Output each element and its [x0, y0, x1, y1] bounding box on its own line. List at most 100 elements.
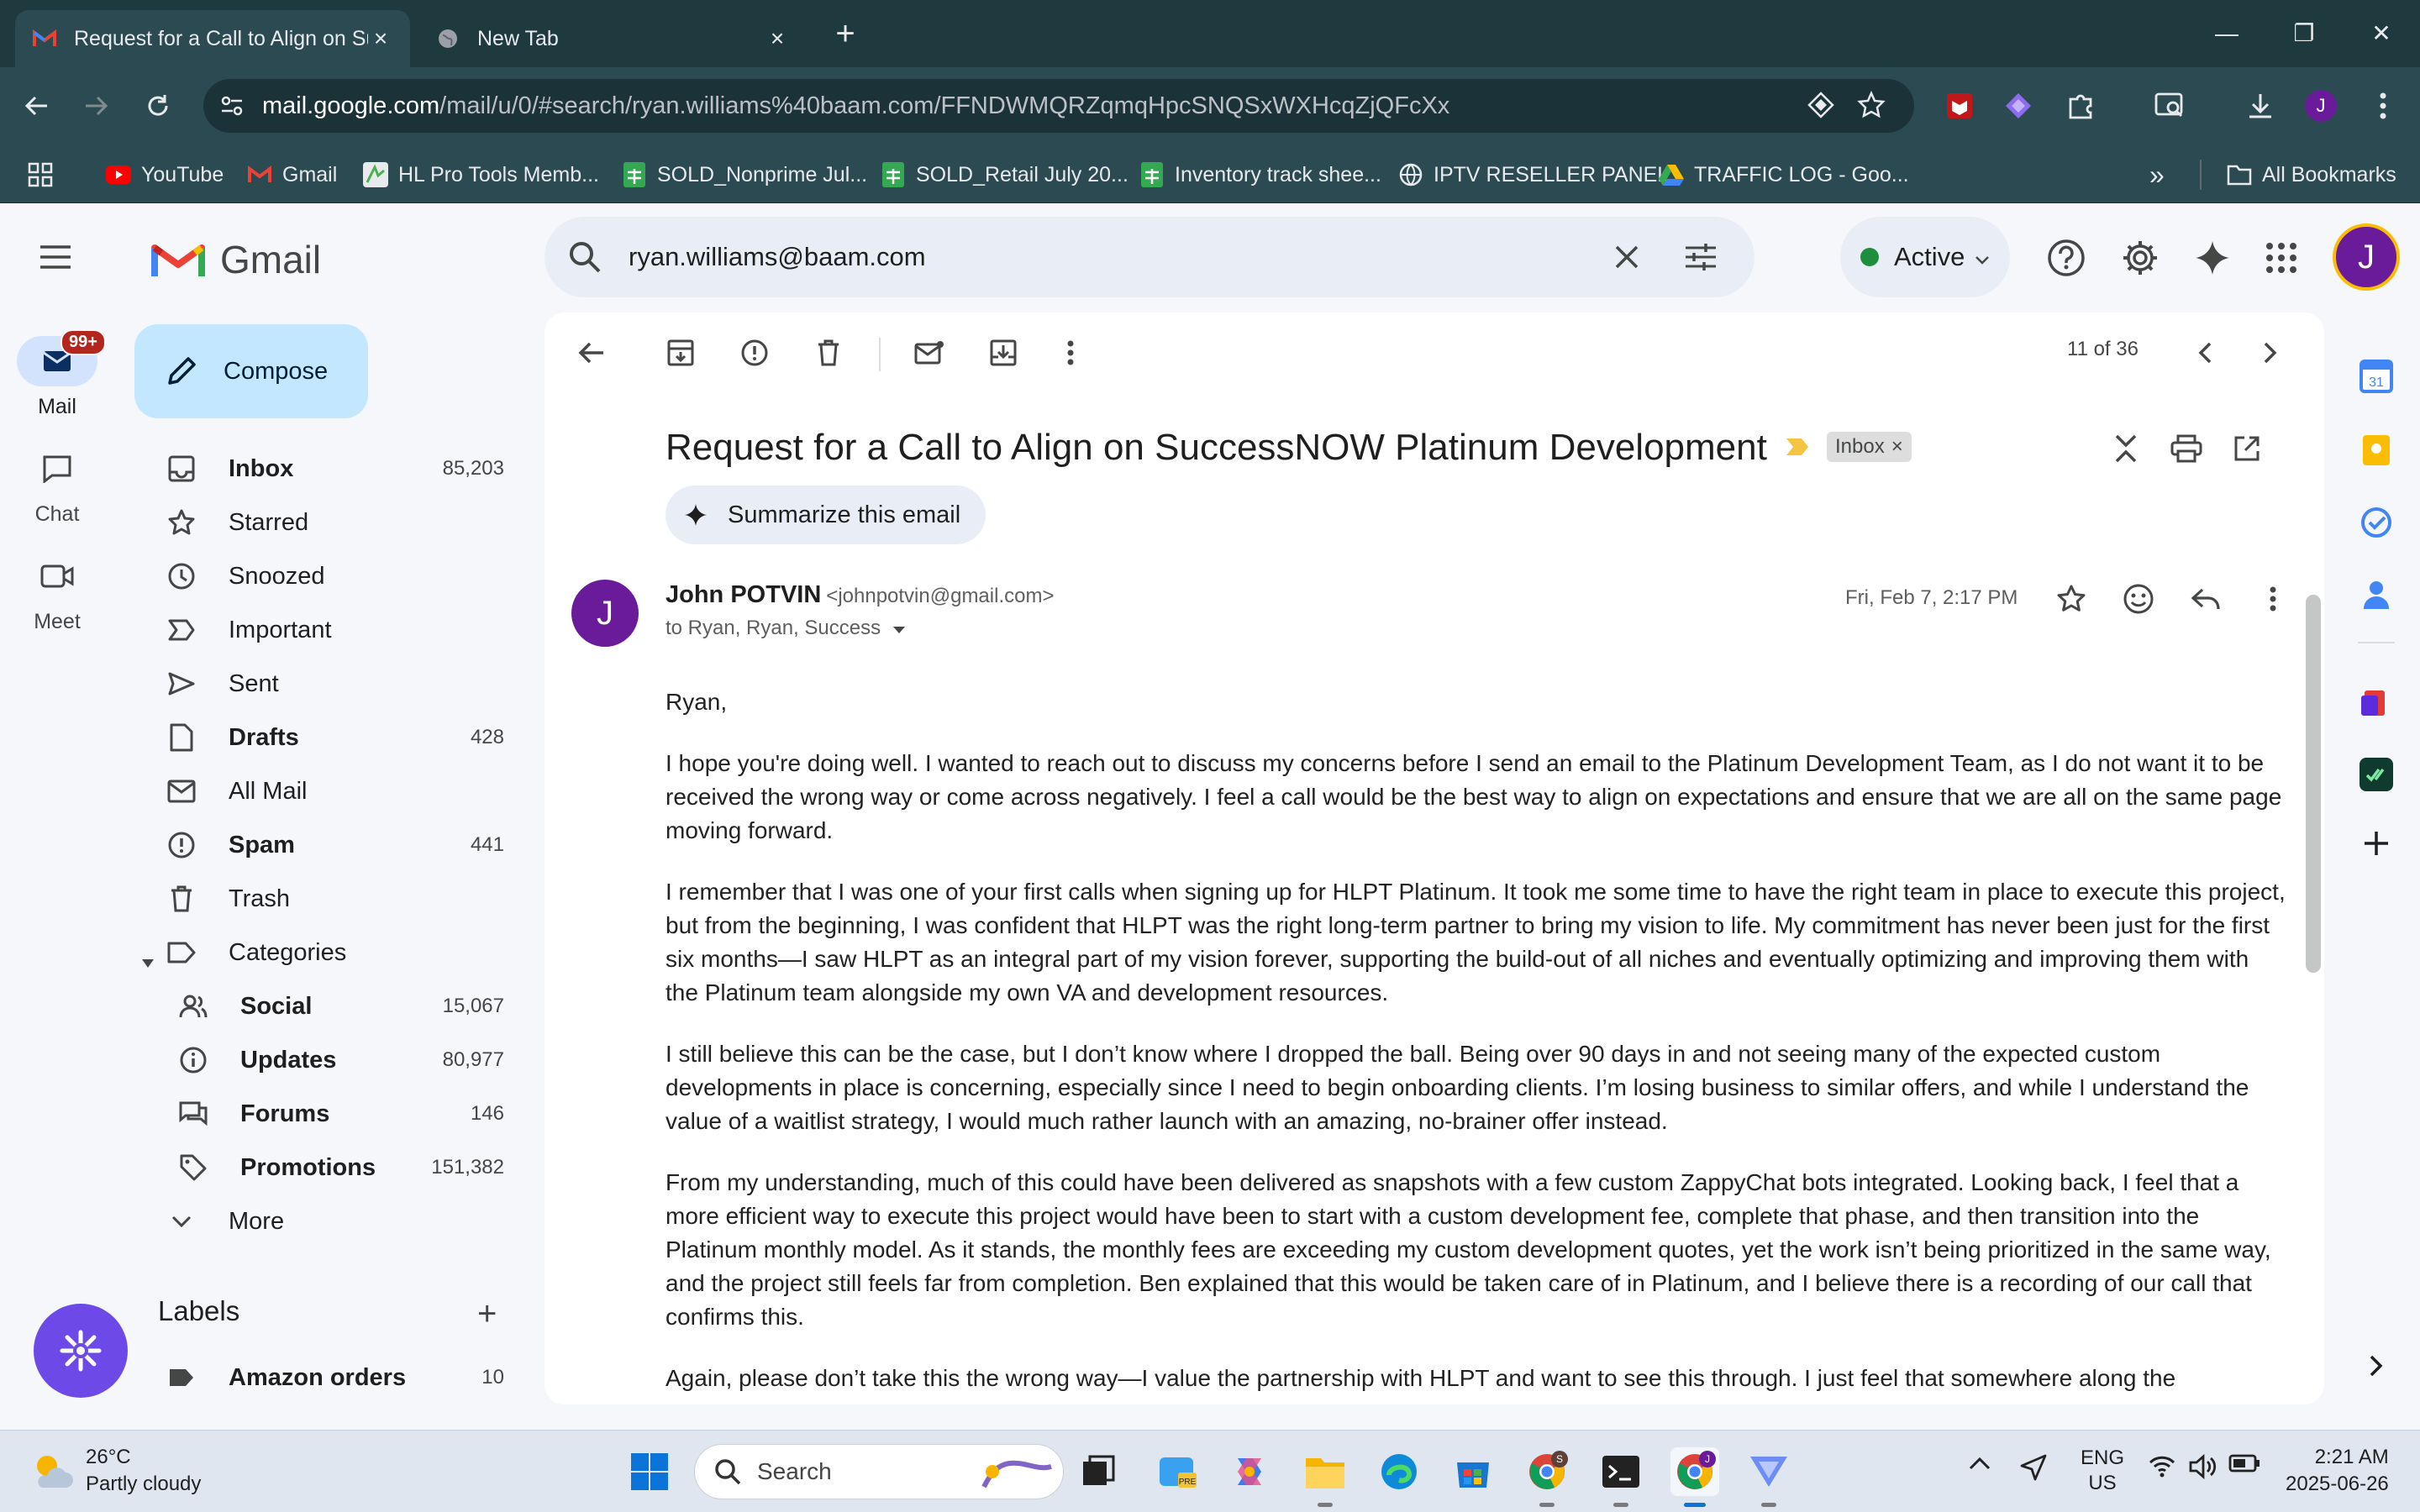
delete-icon[interactable] — [810, 334, 847, 371]
nav-sent[interactable]: Sent — [134, 657, 529, 711]
tab-gmail[interactable]: Request for a Call to Align on Su × — [15, 10, 410, 67]
start-windows-icon[interactable] — [625, 1447, 674, 1496]
extensions-puzzle-icon[interactable] — [2062, 87, 2099, 124]
wifi-icon[interactable] — [2148, 1454, 2176, 1483]
keep-icon[interactable] — [2353, 427, 2400, 474]
taskbar-search[interactable]: Search — [694, 1444, 1064, 1499]
battery-icon[interactable] — [2228, 1454, 2260, 1478]
caret-down-icon[interactable] — [141, 948, 155, 975]
bookmark-hl-pro-tools[interactable]: HL Pro Tools Memb... — [363, 160, 599, 190]
vpn-app-icon[interactable] — [1744, 1447, 1793, 1496]
back-icon[interactable] — [18, 87, 55, 124]
search-options-icon[interactable] — [1681, 237, 1721, 277]
newer-icon[interactable] — [2186, 334, 2223, 371]
nav-all-mail[interactable]: All Mail — [134, 764, 529, 818]
nav-more[interactable]: More — [134, 1194, 529, 1248]
tab-close-icon[interactable]: × — [368, 25, 393, 51]
remove-label-icon[interactable]: × — [1891, 435, 1903, 459]
nav-drafts[interactable]: Drafts 428 — [134, 711, 529, 764]
mcafee-extension-icon[interactable] — [1941, 87, 1978, 124]
bookmark-traffic-log[interactable]: TRAFFIC LOG - Goo... — [1659, 160, 1909, 190]
all-bookmarks-button[interactable]: All Bookmarks — [2227, 160, 2396, 190]
rail-chat[interactable]: Chat — [0, 444, 114, 527]
nav-inbox[interactable]: Inbox 85,203 — [134, 442, 529, 496]
apps-grid-icon[interactable] — [27, 160, 54, 190]
nav-spam[interactable]: Spam 441 — [134, 818, 529, 872]
google-apps-icon[interactable] — [2260, 237, 2302, 279]
back-to-list-icon[interactable] — [573, 334, 610, 371]
tray-overflow-icon[interactable] — [1968, 1454, 1991, 1478]
assistant-fab[interactable] — [34, 1304, 128, 1398]
expand-panel-icon[interactable] — [2353, 1342, 2400, 1389]
new-tab-button[interactable]: + — [829, 17, 862, 50]
nav-important[interactable]: Important — [134, 603, 529, 657]
download-icon[interactable] — [2242, 87, 2279, 124]
minimize-icon[interactable]: — — [2202, 15, 2252, 52]
nav-starred[interactable]: Starred — [134, 496, 529, 549]
bookmark-inventory[interactable]: Inventory track shee... — [1139, 160, 1381, 190]
nav-trash[interactable]: Trash — [134, 872, 529, 926]
settings-gear-icon[interactable] — [2119, 237, 2161, 279]
label-amazon-orders[interactable]: Amazon orders 10 — [134, 1351, 529, 1404]
sender-avatar[interactable]: J — [571, 580, 639, 647]
rail-meet[interactable]: Meet — [0, 551, 114, 634]
nav-categories[interactable]: Categories — [134, 926, 529, 979]
copilot-icon[interactable] — [1225, 1447, 1274, 1496]
tab-new-tab[interactable]: New Tab × — [418, 10, 807, 67]
close-window-icon[interactable]: ✕ — [2356, 15, 2407, 52]
help-icon[interactable] — [2045, 237, 2087, 279]
tab-search-icon[interactable] — [2151, 87, 2188, 124]
tasks-icon[interactable] — [2353, 499, 2400, 546]
chrome-profile-j-icon[interactable]: J — [1670, 1447, 1719, 1496]
scrollbar-thumb[interactable] — [2306, 595, 2321, 973]
volume-icon[interactable] — [2188, 1453, 2217, 1485]
tab-close-icon[interactable]: × — [765, 25, 790, 51]
reply-icon[interactable] — [2186, 580, 2225, 618]
restore-icon[interactable]: ❐ — [2279, 15, 2329, 52]
move-to-icon[interactable] — [985, 334, 1022, 371]
more-bookmarks-button[interactable]: » — [2149, 160, 2165, 190]
bookmark-youtube[interactable]: YouTube — [106, 160, 224, 190]
bookmark-sold-nonprime[interactable]: SOLD_Nonprime Jul... — [622, 160, 867, 190]
account-avatar[interactable]: J — [2333, 223, 2400, 291]
sender-name[interactable]: John POTVIN — [666, 581, 821, 608]
caret-down-icon[interactable] — [892, 617, 906, 640]
status-selector[interactable]: Active — [1840, 217, 2010, 297]
dev-tools-app-icon[interactable]: PRE — [1153, 1447, 1202, 1496]
gemini-sparkle-icon[interactable] — [2191, 237, 2233, 279]
nav-updates[interactable]: Updates 80,977 — [134, 1033, 529, 1087]
recipients-line[interactable]: to Ryan, Ryan, Success — [666, 617, 906, 640]
more-actions-icon[interactable] — [1052, 334, 1089, 371]
bookmark-star-icon[interactable] — [1857, 90, 1886, 126]
print-icon[interactable] — [2168, 430, 2205, 467]
file-explorer-icon[interactable] — [1301, 1447, 1349, 1496]
emoji-react-icon[interactable] — [2119, 580, 2158, 618]
search-input[interactable]: ryan.williams@baam.com — [629, 242, 1607, 272]
addon-red-icon[interactable] — [2353, 680, 2400, 727]
clear-search-icon[interactable] — [1607, 237, 1647, 277]
search-bar[interactable]: ryan.williams@baam.com — [544, 217, 1754, 297]
extension-lens-icon[interactable] — [1807, 91, 1835, 126]
archive-icon[interactable] — [662, 334, 699, 371]
contacts-icon[interactable] — [2353, 571, 2400, 618]
chrome-profile-s-icon[interactable]: S — [1523, 1447, 1571, 1496]
nav-social[interactable]: Social 15,067 — [134, 979, 529, 1033]
nav-promotions[interactable]: Promotions 151,382 — [134, 1141, 529, 1194]
open-new-window-icon[interactable] — [2228, 430, 2265, 467]
report-spam-icon[interactable] — [736, 334, 773, 371]
older-icon[interactable] — [2252, 334, 2289, 371]
address-bar[interactable]: mail.google.com/mail/u/0/#search/ryan.wi… — [203, 79, 1914, 133]
calendar-icon[interactable]: 31 — [2353, 353, 2400, 400]
reload-icon[interactable] — [139, 87, 176, 124]
nav-forums[interactable]: Forums 146 — [134, 1087, 529, 1141]
terminal-icon[interactable] — [1597, 1447, 1645, 1496]
bookmark-gmail[interactable]: Gmail — [247, 160, 337, 190]
microsoft-store-icon[interactable] — [1449, 1447, 1497, 1496]
summarize-email-button[interactable]: Summarize this email — [666, 486, 986, 544]
nav-snoozed[interactable]: Snoozed — [134, 549, 529, 603]
profile-avatar[interactable]: J — [2302, 87, 2339, 124]
rail-mail[interactable]: 99+ Mail — [0, 329, 114, 419]
language-indicator[interactable]: ENG US — [2081, 1446, 2124, 1496]
message-more-icon[interactable] — [2254, 580, 2292, 618]
site-info-icon[interactable] — [218, 92, 245, 126]
